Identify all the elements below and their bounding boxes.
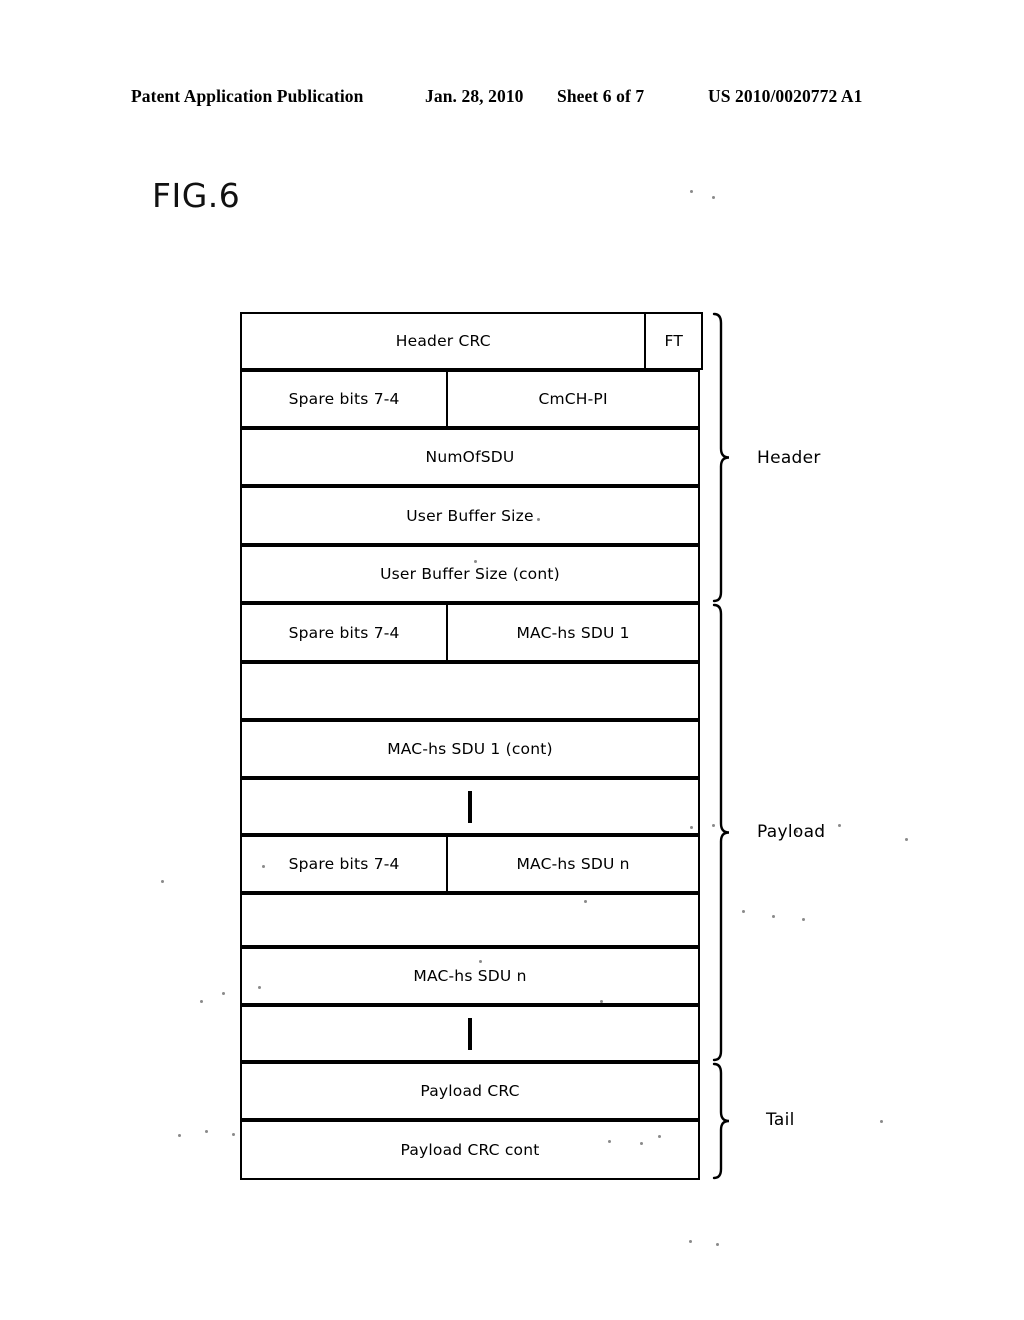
scan-artifact-dot xyxy=(222,992,225,995)
scan-artifact-dot xyxy=(232,1133,235,1136)
pdu-field-label: Spare bits 7-4 xyxy=(288,623,400,642)
pdu-field-row-header-crc: Header CRC FT xyxy=(240,312,703,370)
pdu-field-row-sdu-1-cont: MAC-hs SDU 1 (cont) xyxy=(240,720,700,778)
scan-artifact-dot xyxy=(258,986,261,989)
pdu-field-label: MAC-hs SDU n xyxy=(413,967,527,985)
pdu-field-sdu: MAC-hs SDU n xyxy=(448,837,698,891)
pdu-field-row-user-buffer-size: User Buffer Size xyxy=(240,486,700,545)
scan-artifact-dot xyxy=(658,1135,661,1138)
publication-label: Patent Application Publication xyxy=(131,86,364,106)
scan-artifact-dot xyxy=(608,1140,611,1143)
pdu-field-row-ellipsis-upper xyxy=(240,778,700,835)
section-brace-payload xyxy=(712,603,732,1062)
pdu-field-label: NumOfSDU xyxy=(425,448,515,466)
section-label-payload: Payload xyxy=(757,822,826,842)
scan-artifact-dot xyxy=(474,560,477,563)
pdu-field-spare-bits: Spare bits 7-4 xyxy=(242,837,449,891)
section-label-tail: Tail xyxy=(766,1110,795,1130)
scan-artifact-dot xyxy=(689,1240,692,1243)
pdu-field-row-payload-crc: Payload CRC xyxy=(240,1062,700,1120)
pdu-field-row-sdu-n-blank xyxy=(240,893,700,947)
pdu-field-label: Header CRC xyxy=(395,332,491,350)
pdu-field-label: User Buffer Size xyxy=(406,506,534,525)
scan-artifact-dot xyxy=(905,838,908,841)
pdu-field-spare-bits: Spare bits 7-4 xyxy=(242,372,449,426)
scan-artifact-dot xyxy=(161,880,164,883)
scan-artifact-dot xyxy=(479,960,482,963)
pdu-field-label: Spare bits 7-4 xyxy=(288,390,400,408)
pdu-field-label: Spare bits 7-4 xyxy=(288,855,400,873)
figure-label: FIG.6 xyxy=(152,176,241,215)
pdu-field-row-sdu-n: MAC-hs SDU n xyxy=(240,947,700,1005)
scan-artifact-dot xyxy=(690,190,693,193)
scan-artifact-dot xyxy=(716,1243,719,1246)
publication-date: Jan. 28, 2010 xyxy=(425,86,524,106)
pdu-field-label: MAC-hs SDU n xyxy=(516,855,630,873)
scan-artifact-dot xyxy=(584,900,587,903)
vertical-ellipsis-icon xyxy=(468,790,472,823)
scan-artifact-dot xyxy=(537,518,540,521)
scan-artifact-dot xyxy=(795,830,798,833)
scan-artifact-dot xyxy=(600,1000,603,1003)
pdu-field-row-spare-sdu-n: Spare bits 7-4 MAC-hs SDU n xyxy=(240,835,700,893)
scan-artifact-dot xyxy=(820,828,823,831)
pdu-field-spare-bits: Spare bits 7-4 xyxy=(242,605,449,660)
pdu-field-label: MAC-hs SDU 1 xyxy=(516,623,630,642)
pdu-field-ft: FT xyxy=(646,314,701,368)
scan-artifact-dot xyxy=(690,826,693,829)
scan-artifact-dot xyxy=(178,1134,181,1137)
pdu-field-sdu: MAC-hs SDU 1 xyxy=(448,605,698,660)
scan-artifact-dot xyxy=(200,1000,203,1003)
pdu-field-header-crc: Header CRC xyxy=(242,314,647,368)
pdu-field-row-num-of-sdu: NumOfSDU xyxy=(240,428,700,486)
section-label-header: Header xyxy=(757,448,821,468)
patent-number: US 2010/0020772 A1 xyxy=(708,86,863,106)
pdu-field-label: MAC-hs SDU 1 (cont) xyxy=(387,740,553,758)
scan-artifact-dot xyxy=(712,196,715,199)
pdu-field-label: Payload CRC cont xyxy=(400,1141,540,1159)
pdu-field-row-ellipsis-lower xyxy=(240,1005,700,1062)
pdu-field-row-sdu-1-blank xyxy=(240,662,700,720)
scan-artifact-dot xyxy=(262,865,265,868)
pdu-field-label: FT xyxy=(664,332,683,350)
pdu-field-sdu: CmCH-PI xyxy=(448,372,698,426)
scan-artifact-dot xyxy=(640,1142,643,1145)
vertical-ellipsis-icon xyxy=(468,1017,472,1050)
scan-artifact-dot xyxy=(712,824,715,827)
section-brace-tail xyxy=(712,1062,732,1180)
patent-running-head: Patent Application Publication Jan. 28, … xyxy=(0,86,1024,112)
pdu-field-row-spare-sdu-1: Spare bits 7-4 MAC-hs SDU 1 xyxy=(240,603,700,662)
pdu-field-label: Payload CRC xyxy=(420,1082,520,1100)
scan-artifact-dot xyxy=(838,824,841,827)
pdu-field-row-spare-cmch-pi: Spare bits 7-4 CmCH-PI xyxy=(240,370,700,428)
pdu-field-row-user-buffer-cont: User Buffer Size (cont) xyxy=(240,545,700,603)
sheet-number: Sheet 6 of 7 xyxy=(557,86,645,106)
scan-artifact-dot xyxy=(205,1130,208,1133)
section-brace-header xyxy=(712,312,732,603)
scan-artifact-dot xyxy=(772,915,775,918)
pdu-field-label: CmCH-PI xyxy=(538,390,608,408)
scan-artifact-dot xyxy=(742,910,745,913)
pdu-field-label: User Buffer Size (cont) xyxy=(380,565,560,583)
pdu-field-row-payload-crc-cont: Payload CRC cont xyxy=(240,1120,700,1180)
scan-artifact-dot xyxy=(802,918,805,921)
pdu-frame-diagram: Header CRC FT Spare bits 7-4 CmCH-PI NumOfSD… xyxy=(240,312,703,1180)
scan-artifact-dot xyxy=(880,1120,883,1123)
